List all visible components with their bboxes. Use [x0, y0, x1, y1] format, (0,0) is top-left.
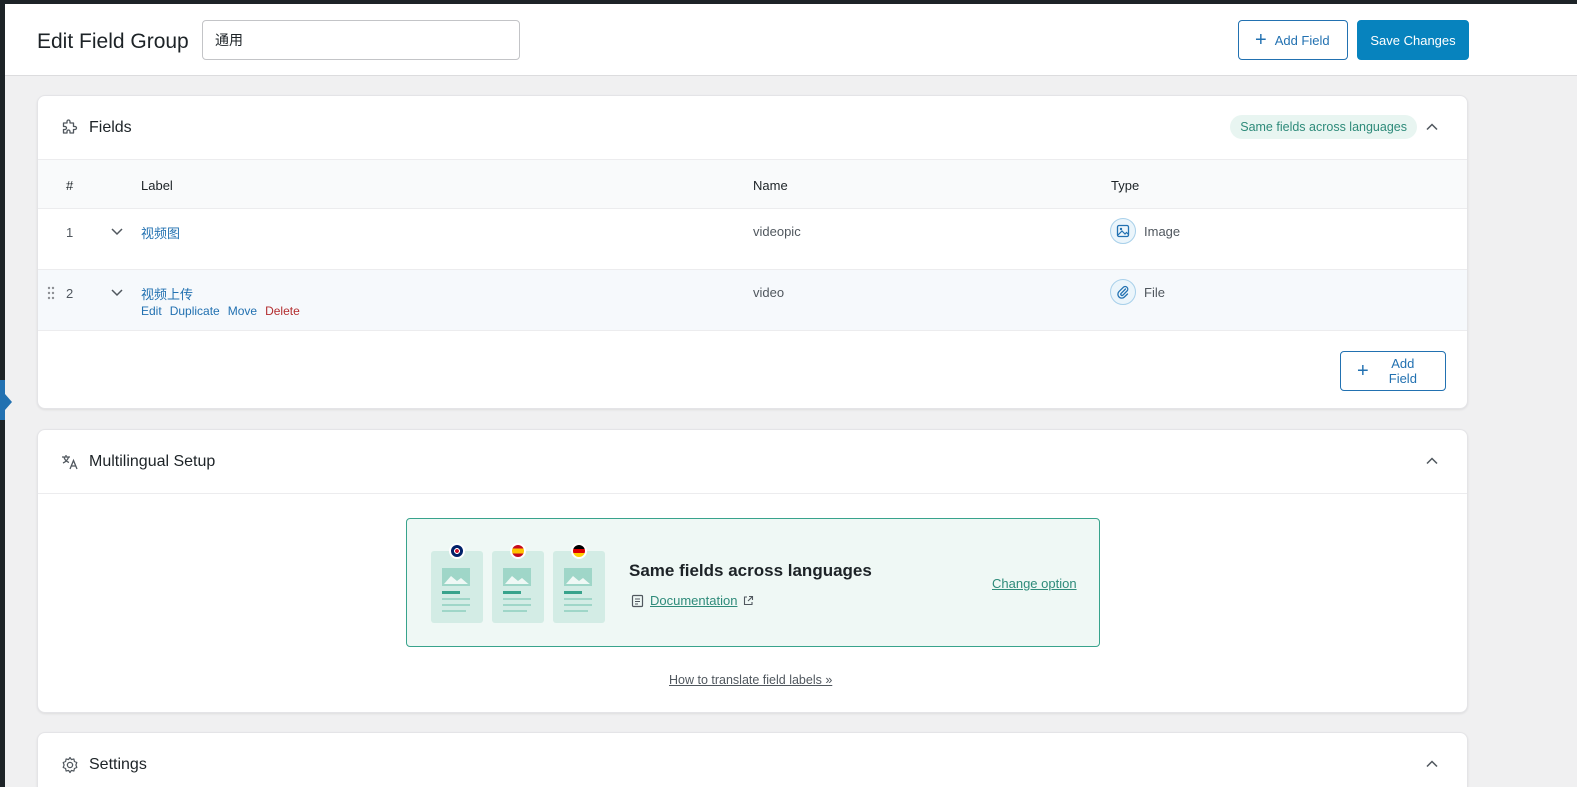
translation-option-card: Same fields across languages Documentati… — [406, 518, 1100, 647]
col-num: # — [66, 178, 74, 193]
documentation-link-wrap: Documentation — [631, 593, 754, 608]
field-label-link[interactable]: 视频上传 — [141, 284, 193, 303]
page-title: Edit Field Group — [37, 30, 189, 53]
move-action[interactable]: Move — [228, 304, 257, 318]
add-field-button-bottom[interactable]: + Add Field — [1340, 351, 1446, 391]
document-illustration — [431, 543, 483, 623]
fields-panel: Fields Same fields across languages # La… — [37, 95, 1468, 409]
card-title: Same fields across languages — [629, 561, 872, 580]
settings-panel-header[interactable]: Settings — [38, 733, 1467, 787]
col-label: Label — [141, 178, 173, 193]
field-type-label: File — [1144, 284, 1165, 300]
chevron-down-icon[interactable] — [110, 224, 124, 238]
change-option-link[interactable]: Change option — [992, 576, 1077, 591]
plus-icon: + — [1357, 360, 1369, 382]
row-number: 2 — [66, 286, 74, 301]
page-header: Edit Field Group + Add Field Save Change… — [5, 4, 1490, 76]
sidebar-active-notch — [5, 394, 12, 410]
field-type: File — [1110, 279, 1165, 305]
table-row[interactable]: 1 视频图 videopic Image — [38, 209, 1467, 270]
add-field-label: Add Field — [1388, 356, 1417, 386]
col-name: Name — [753, 178, 788, 193]
germany-flag-icon — [571, 543, 587, 559]
multilingual-panel-title: Multilingual Setup — [89, 453, 216, 470]
plus-icon: + — [1255, 29, 1267, 51]
chevron-up-icon[interactable] — [1425, 120, 1439, 134]
drag-handle-icon[interactable] — [47, 286, 55, 300]
duplicate-action[interactable]: Duplicate — [170, 304, 220, 318]
col-type: Type — [1111, 178, 1140, 193]
chevron-up-icon[interactable] — [1425, 757, 1439, 771]
table-row[interactable]: 2 视频上传 Edit Duplicate Move Delete video … — [38, 270, 1467, 331]
delete-action[interactable]: Delete — [265, 304, 300, 318]
add-field-button-header[interactable]: + Add Field — [1238, 20, 1348, 60]
chevron-up-icon[interactable] — [1425, 454, 1439, 468]
field-name: videopic — [753, 224, 801, 239]
field-label-link[interactable]: 视频图 — [141, 223, 180, 242]
multilingual-panel: Multilingual Setup Same fields across la… — [37, 429, 1468, 713]
chevron-down-icon[interactable] — [110, 285, 124, 299]
save-changes-button[interactable]: Save Changes — [1357, 20, 1469, 60]
spain-flag-icon — [510, 543, 526, 559]
multilingual-panel-header[interactable]: Multilingual Setup — [38, 430, 1467, 494]
same-fields-badge: Same fields across languages — [1230, 115, 1417, 139]
document-illustration — [492, 543, 544, 623]
header-extension — [1490, 4, 1577, 76]
settings-panel: Settings — [37, 732, 1468, 787]
gear-icon — [62, 756, 78, 774]
row-number: 1 — [66, 225, 74, 240]
edit-action[interactable]: Edit — [141, 304, 162, 318]
puzzle-icon — [62, 119, 78, 134]
fields-panel-header[interactable]: Fields Same fields across languages — [38, 96, 1467, 160]
field-group-title-input[interactable] — [202, 20, 520, 60]
fields-panel-title: Fields — [89, 119, 132, 136]
translate-icon — [62, 455, 78, 470]
add-field-label: Add Field — [1274, 32, 1330, 48]
document-icon — [631, 594, 644, 607]
external-link-icon — [744, 595, 754, 606]
settings-panel-title: Settings — [89, 756, 147, 773]
paperclip-icon — [1110, 279, 1136, 305]
uk-flag-icon — [449, 543, 465, 559]
document-illustration — [553, 543, 605, 623]
field-type: Image — [1110, 218, 1180, 244]
documentation-link[interactable]: Documentation — [650, 593, 737, 608]
image-icon — [1110, 218, 1136, 244]
field-type-label: Image — [1144, 223, 1181, 239]
field-name: video — [753, 285, 785, 300]
how-to-translate-link[interactable]: How to translate field labels » — [669, 673, 832, 687]
row-actions: Edit Duplicate Move Delete — [141, 304, 300, 318]
fields-table-header: # Label Name Type — [38, 160, 1467, 209]
